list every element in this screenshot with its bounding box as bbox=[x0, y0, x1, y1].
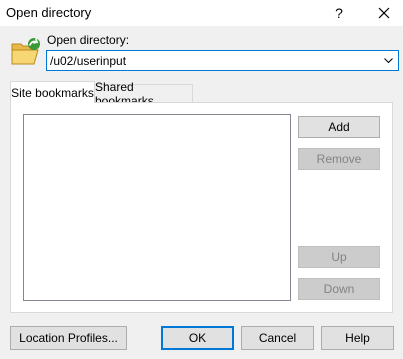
chevron-down-icon bbox=[384, 57, 393, 63]
window-title: Open directory bbox=[6, 5, 92, 20]
open-folder-icon bbox=[11, 38, 40, 65]
up-button[interactable]: Up bbox=[298, 246, 380, 268]
combobox-dropdown-button[interactable] bbox=[380, 52, 397, 69]
down-button[interactable]: Down bbox=[298, 278, 380, 300]
title-help-button[interactable]: ? bbox=[327, 0, 351, 26]
tab-label: Site bookmarks bbox=[11, 85, 94, 100]
ok-button[interactable]: OK bbox=[161, 326, 234, 350]
remove-button[interactable]: Remove bbox=[298, 148, 380, 170]
directory-path-input[interactable] bbox=[49, 52, 369, 69]
help-glyph: ? bbox=[335, 5, 343, 21]
location-profiles-button[interactable]: Location Profiles... bbox=[10, 326, 127, 350]
close-icon bbox=[378, 7, 390, 19]
cancel-button[interactable]: Cancel bbox=[241, 326, 314, 350]
tab-shared-bookmarks[interactable]: Shared bookmarks bbox=[95, 80, 193, 108]
help-button[interactable]: Help bbox=[321, 326, 394, 350]
title-bar: Open directory ? bbox=[0, 0, 403, 26]
close-button[interactable] bbox=[370, 0, 398, 26]
directory-combobox[interactable] bbox=[46, 50, 399, 71]
open-directory-label: Open directory: bbox=[47, 33, 130, 47]
add-button[interactable]: Add bbox=[298, 116, 380, 138]
bookmarks-list[interactable] bbox=[23, 114, 291, 301]
tab-site-bookmarks[interactable]: Site bookmarks bbox=[10, 81, 95, 103]
